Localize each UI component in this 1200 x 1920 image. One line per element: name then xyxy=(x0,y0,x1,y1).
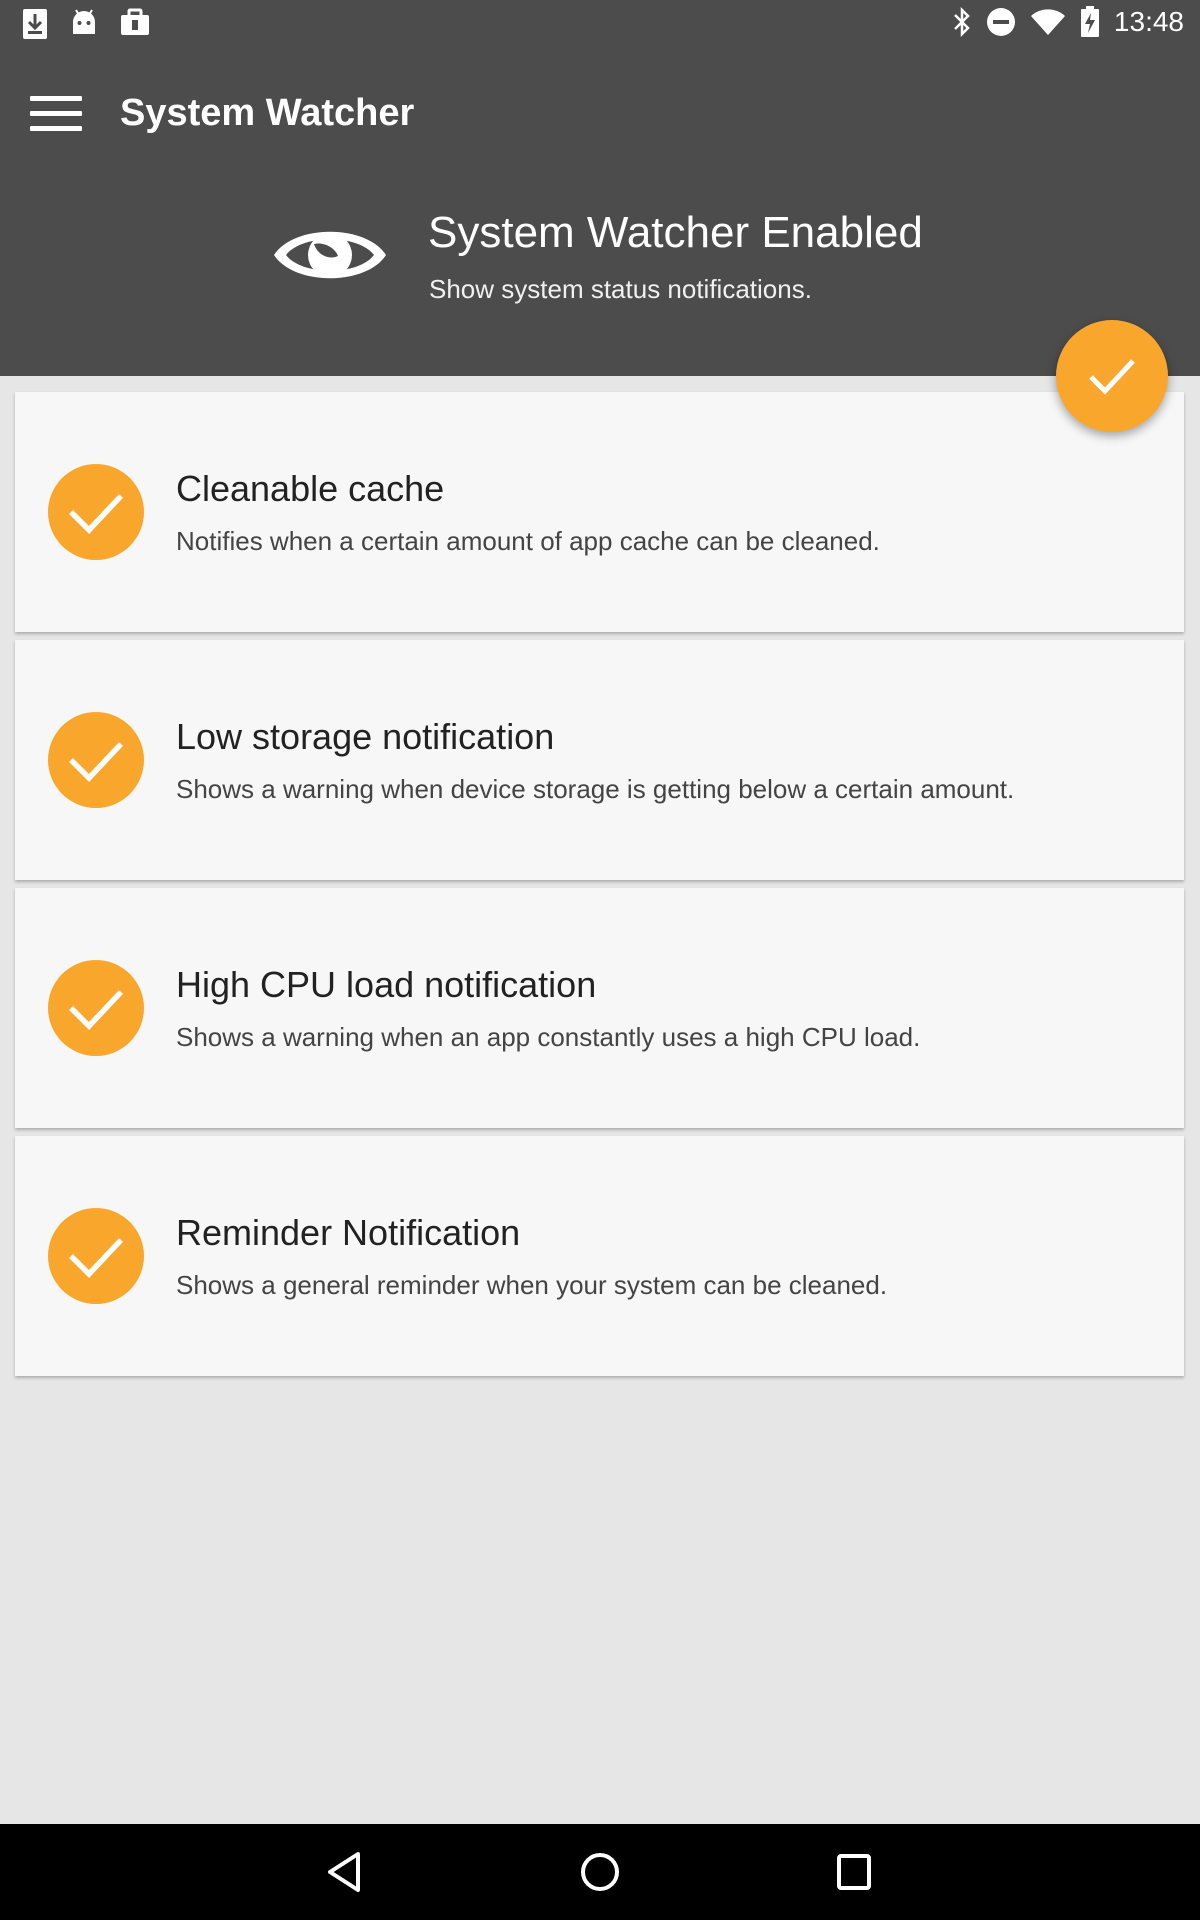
setting-title: High CPU load notification xyxy=(176,964,597,1005)
header-subtitle: Show system status notifications. xyxy=(429,274,812,304)
setting-description: Shows a warning when an app constantly u… xyxy=(176,1022,921,1052)
enabled-checkbox[interactable] xyxy=(48,1208,144,1304)
settings-list: Cleanable cache Notifies when a certain … xyxy=(15,392,1184,1384)
do-not-disturb-icon xyxy=(986,8,1015,36)
bluetooth-icon xyxy=(954,7,970,37)
setting-card-cleanable-cache[interactable]: Cleanable cache Notifies when a certain … xyxy=(15,392,1184,632)
setting-title: Cleanable cache xyxy=(176,468,445,509)
enabled-checkbox[interactable] xyxy=(48,960,144,1056)
check-icon xyxy=(1089,359,1135,395)
check-icon xyxy=(69,742,124,782)
app-title: System Watcher xyxy=(120,92,415,134)
check-icon xyxy=(69,1238,124,1278)
check-icon xyxy=(69,990,124,1030)
status-time: 13:48 xyxy=(1113,6,1184,37)
setting-card-high-cpu[interactable]: High CPU load notification Shows a warni… xyxy=(15,888,1184,1128)
setting-card-low-storage[interactable]: Low storage notification Shows a warning… xyxy=(15,640,1184,880)
briefcase-icon xyxy=(121,8,149,35)
status-bar: 13:48 xyxy=(0,0,1200,48)
navigation-bar xyxy=(0,1824,1200,1920)
enabled-checkbox[interactable] xyxy=(48,464,144,560)
battery-charging-icon xyxy=(1080,6,1099,37)
eye-icon xyxy=(274,231,386,279)
setting-description: Shows a general reminder when your syste… xyxy=(176,1270,888,1300)
enabled-checkbox[interactable] xyxy=(48,712,144,808)
wifi-icon xyxy=(1030,9,1065,35)
app-bar: System Watcher System Watcher Enabled Sh… xyxy=(0,48,1200,376)
confirm-fab-button[interactable] xyxy=(1056,320,1168,432)
android-icon xyxy=(73,9,95,34)
setting-card-reminder[interactable]: Reminder Notification Shows a general re… xyxy=(15,1136,1184,1376)
back-icon[interactable] xyxy=(324,1848,364,1896)
setting-title: Reminder Notification xyxy=(176,1212,521,1253)
header-title: System Watcher Enabled xyxy=(428,208,923,257)
recents-icon[interactable] xyxy=(834,1848,874,1896)
menu-icon[interactable] xyxy=(30,96,82,136)
check-icon xyxy=(69,494,124,534)
setting-description: Shows a warning when device storage is g… xyxy=(176,774,1015,804)
setting-title: Low storage notification xyxy=(176,716,555,757)
home-icon[interactable] xyxy=(578,1848,622,1896)
download-icon xyxy=(23,9,47,39)
setting-description: Notifies when a certain amount of app ca… xyxy=(176,526,880,556)
